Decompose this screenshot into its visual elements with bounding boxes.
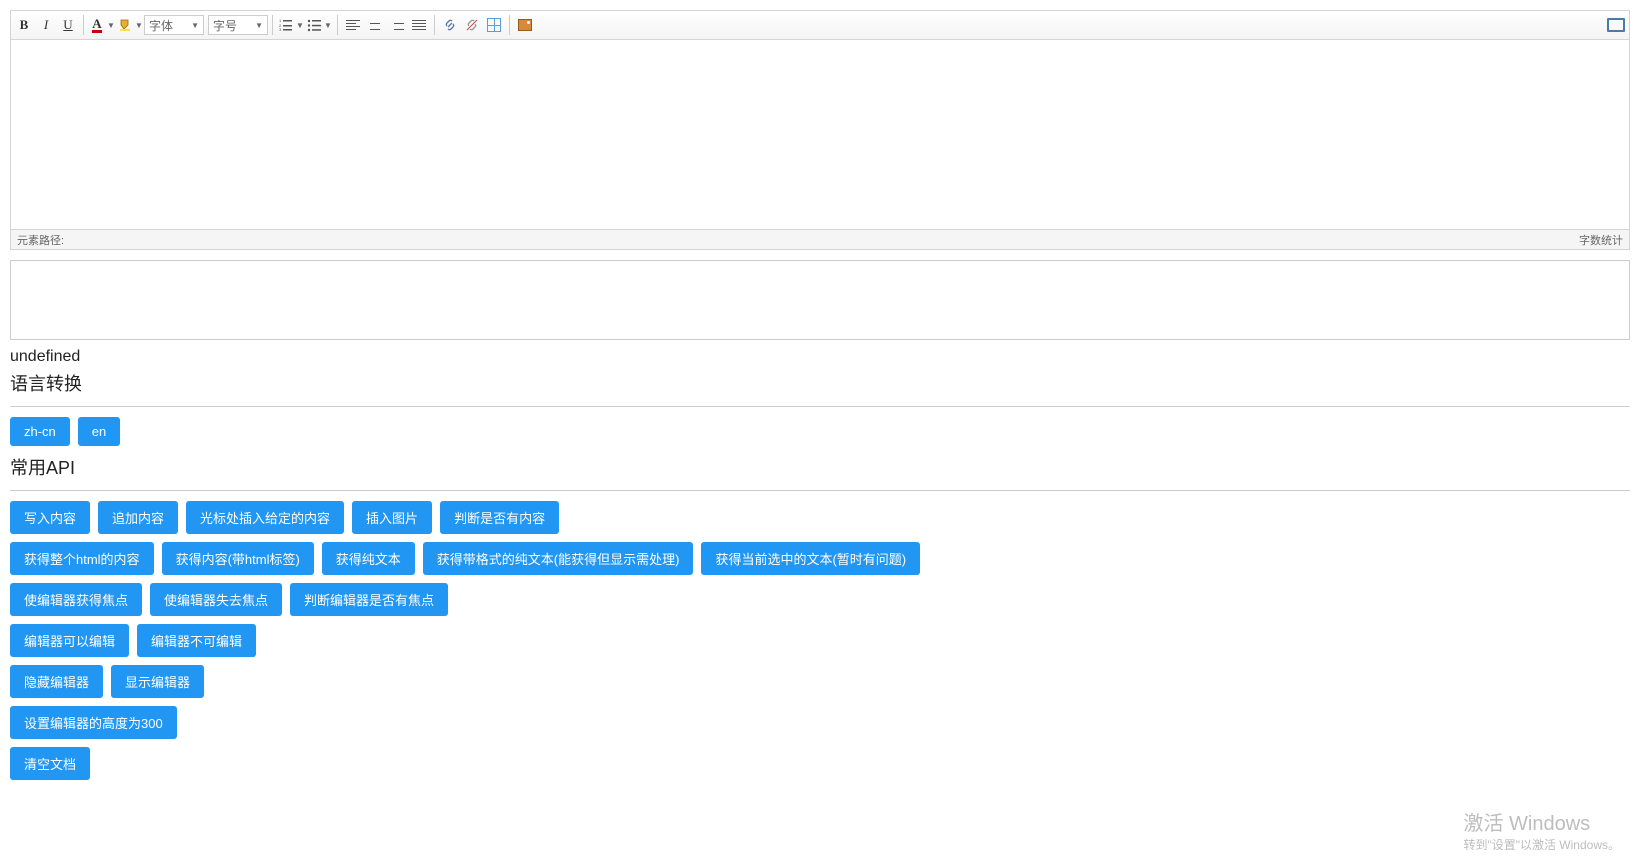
fullscreen-button[interactable] [1607,18,1625,32]
divider [10,406,1630,407]
forecolor-button[interactable]: A ▼ [88,14,116,36]
bold-button[interactable]: B [13,14,35,36]
output-textarea[interactable] [10,260,1630,340]
lang-button-zh-cn[interactable]: zh-cn [10,417,70,446]
api-button[interactable]: 获得内容(带html标签) [162,542,314,575]
unordered-list-button[interactable]: ▼ [305,14,333,36]
api-button[interactable]: 写入内容 [10,501,90,534]
api-button[interactable]: 编辑器可以编辑 [10,624,129,657]
italic-button[interactable]: I [35,14,57,36]
element-path-label: 元素路径: [17,232,64,248]
api-button[interactable]: 光标处插入给定的内容 [186,501,344,534]
api-button[interactable]: 获得带格式的纯文本(能获得但显示需处理) [423,542,694,575]
api-button[interactable]: 隐藏编辑器 [10,665,103,698]
api-button[interactable]: 清空文档 [10,747,90,780]
font-size-select[interactable]: 字号▼ [208,15,268,35]
image-icon [518,19,532,31]
separator [434,15,435,35]
api-button[interactable]: 编辑器不可编辑 [137,624,256,657]
chevron-down-icon: ▼ [106,14,116,36]
api-section-title: 常用API [10,454,1630,484]
api-button[interactable]: 使编辑器获得焦点 [10,583,142,616]
chevron-down-icon: ▼ [323,14,333,36]
chevron-down-icon: ▼ [191,21,199,30]
watermark-subtitle: 转到"设置"以激活 Windows。 [1463,836,1620,853]
backcolor-button[interactable]: ▼ [116,14,144,36]
table-button[interactable] [483,14,505,36]
api-button[interactable]: 判断是否有内容 [440,501,559,534]
api-button[interactable]: 获得整个html的内容 [10,542,154,575]
link-button[interactable] [439,14,461,36]
ordered-list-button[interactable]: 123 ▼ [277,14,305,36]
lang-button-en[interactable]: en [78,417,120,446]
separator [337,15,338,35]
svg-text:3: 3 [279,27,282,32]
align-right-button[interactable] [386,14,408,36]
chevron-down-icon: ▼ [134,14,144,36]
api-button[interactable]: 判断编辑器是否有焦点 [290,583,448,616]
watermark-title: 激活 Windows [1463,807,1620,836]
underline-button[interactable]: U [57,14,79,36]
word-count-label[interactable]: 字数统计 [1579,232,1623,248]
chevron-down-icon: ▼ [255,21,263,30]
chevron-down-icon: ▼ [295,14,305,36]
language-section-title: 语言转换 [10,370,1630,400]
undefined-text: undefined [10,348,1630,366]
separator [83,15,84,35]
font-family-select[interactable]: 字体▼ [144,15,204,35]
api-button[interactable]: 追加内容 [98,501,178,534]
insert-image-button[interactable] [514,14,536,36]
separator [509,15,510,35]
table-icon [487,18,501,32]
align-left-button[interactable] [342,14,364,36]
unlink-button[interactable] [461,14,483,36]
api-button[interactable]: 设置编辑器的高度为300 [10,706,177,739]
editor-content-area[interactable] [10,40,1630,230]
align-center-button[interactable] [364,14,386,36]
align-justify-button[interactable] [408,14,430,36]
api-button[interactable]: 获得当前选中的文本(暂时有问题) [701,542,920,575]
api-button[interactable]: 使编辑器失去焦点 [150,583,282,616]
api-button[interactable]: 显示编辑器 [111,665,204,698]
windows-activation-watermark: 激活 Windows 转到"设置"以激活 Windows。 [1463,807,1620,853]
editor-toolbar: B I U A ▼ ▼ 字体▼ 字号▼ 123 ▼ [10,10,1630,40]
api-button[interactable]: 获得纯文本 [322,542,415,575]
editor-statusbar: 元素路径: 字数统计 [10,230,1630,250]
divider [10,490,1630,491]
api-button[interactable]: 插入图片 [352,501,432,534]
separator [272,15,273,35]
